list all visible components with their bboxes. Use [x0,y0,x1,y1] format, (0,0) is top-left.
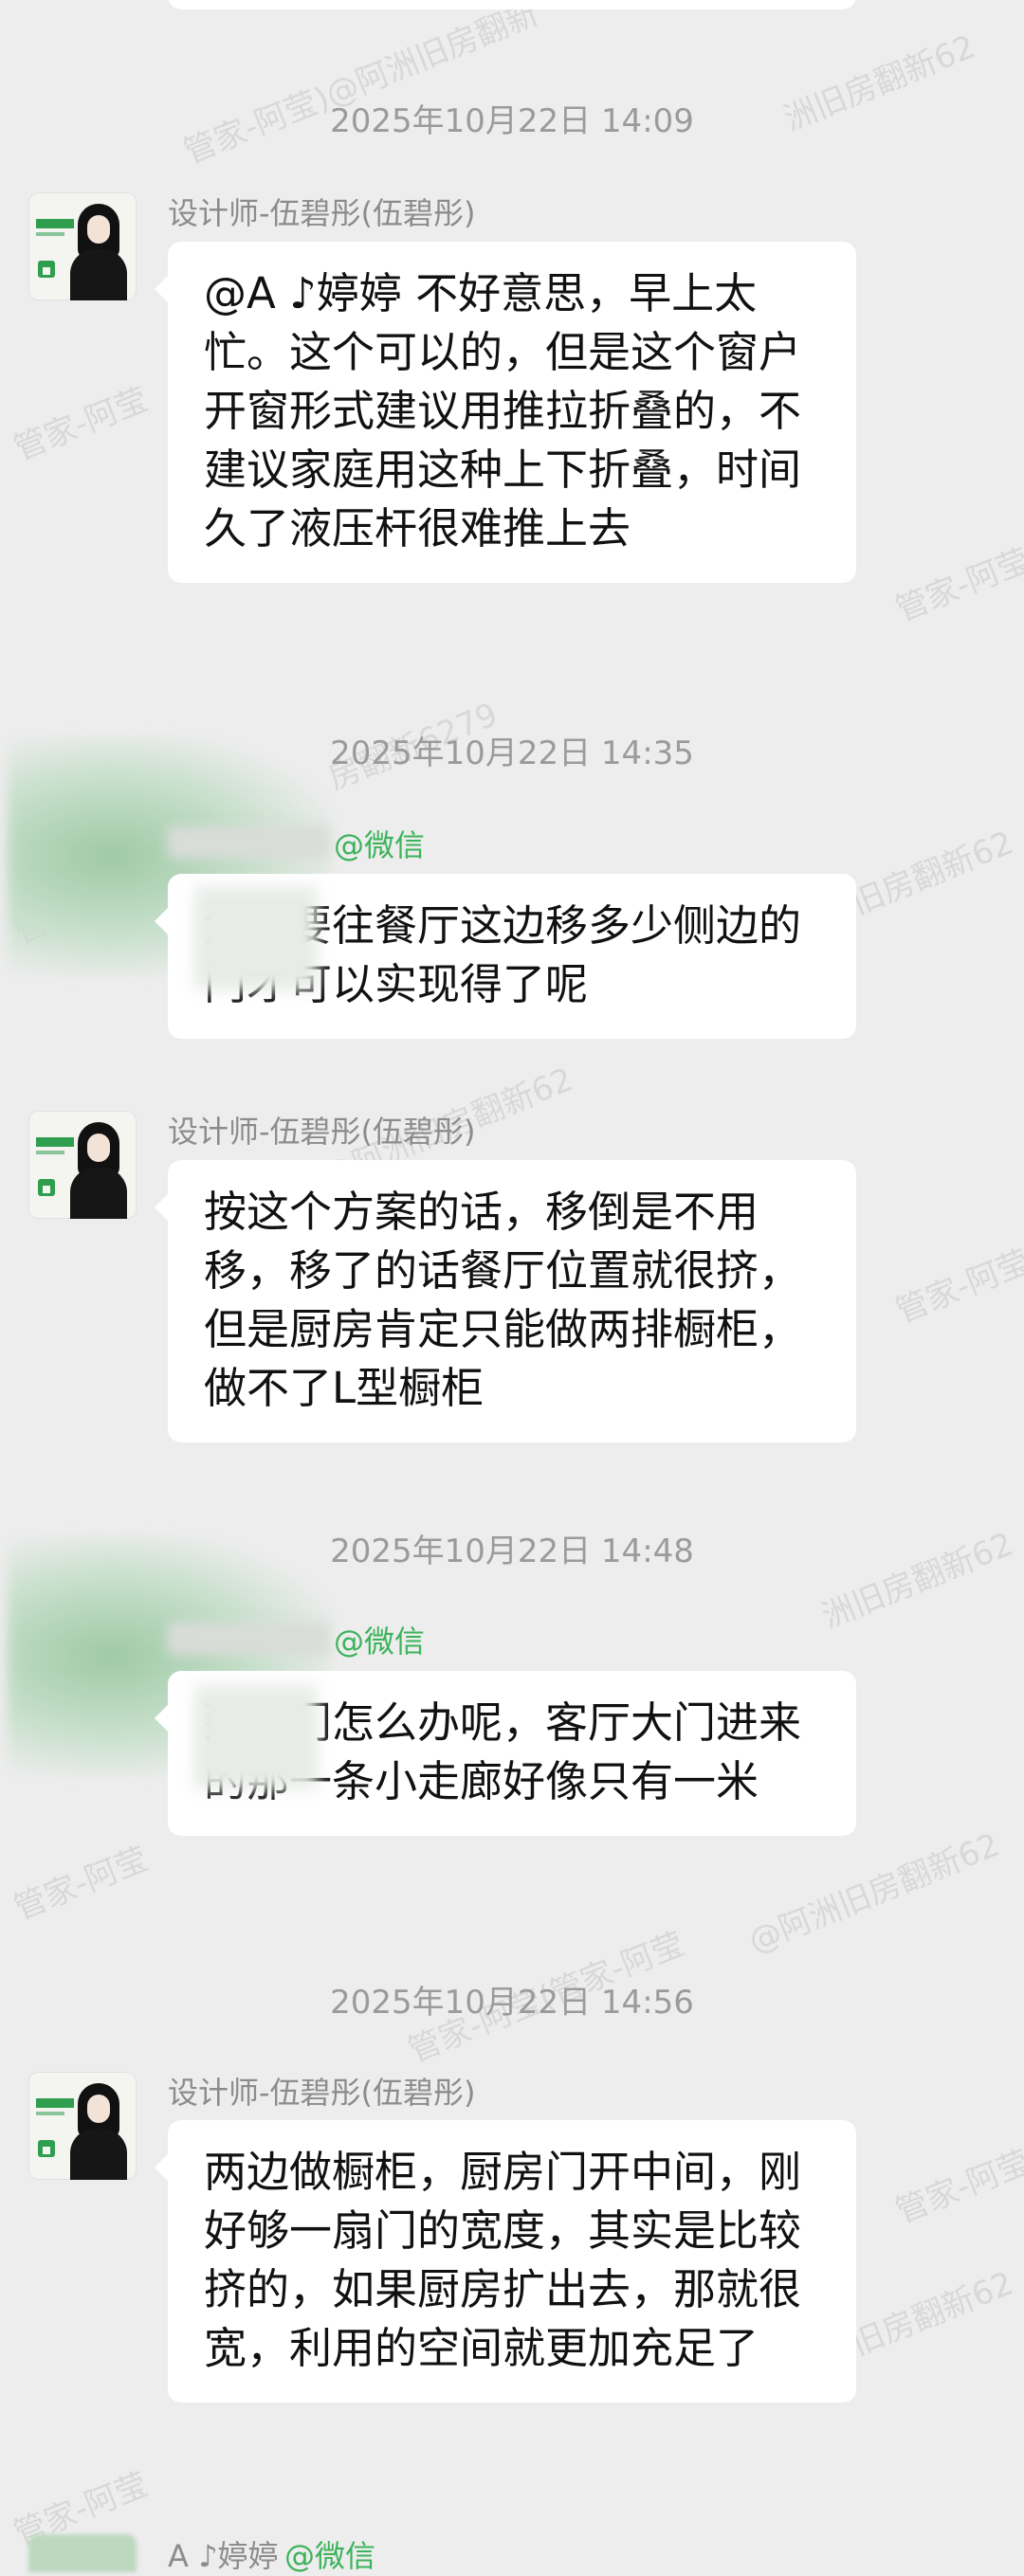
sender-name-blurred [168,826,329,859]
message-bubble[interactable]: 两边做橱柜，厨房门开中间，刚好够一扇门的宽度，其实是比较挤的，如果厨房扩出去，那… [155,2120,856,2403]
watermark: 管家-阿莹 [9,1840,154,1929]
watermark: 管家-阿莹 [890,1243,1024,1332]
wechat-tag: @微信 [334,1624,426,1660]
watermark: 管家-阿莹 [890,541,1024,630]
watermark: 管家-阿莹)@阿洲旧房翻新 [178,0,544,172]
designer-avatar[interactable] [28,1111,137,1219]
watermark: 管家-阿莹 [890,2143,1024,2232]
message-text: @A ♪婷婷 不好意思，早上太忙。这个可以的，但是这个窗户开窗形式建议用推拉折叠… [204,268,802,553]
wechat-tag: @微信 [334,827,426,863]
blur-overlay [194,886,318,990]
sender-name-blurred [168,1623,329,1655]
user-avatar[interactable] [28,2534,137,2572]
designer-avatar[interactable] [28,192,137,300]
message-bubble[interactable]: 按这个方案的话，移倒是不用移，移了的话餐厅位置就很挤，但是厨房肯定只能做两排橱柜… [155,1160,856,1442]
watermark: @阿洲旧房翻新62 [743,1825,1005,1961]
sender-name: 设计师-伍碧彤(伍碧彤) [168,2075,476,2111]
previous-message-bubble[interactable] [168,0,856,9]
sender-name: A ♪婷婷 [168,2538,279,2574]
sender-name: 设计师-伍碧彤(伍碧彤) [168,195,476,231]
timestamp: 2025年10月22日 14:09 [330,102,694,140]
wechat-tag: @微信 [284,2538,376,2574]
watermark: 管家-阿莹 [9,380,154,469]
designer-avatar[interactable] [28,2072,137,2180]
message-bubble[interactable]: @A ♪婷婷 不好意思，早上太忙。这个可以的，但是这个窗户开窗形式建议用推拉折叠… [155,242,856,583]
blur-overlay [194,1685,318,1789]
message-text: 两边做橱柜，厨房门开中间，刚好够一扇门的宽度，其实是比较挤的，如果厨房扩出去，那… [204,2147,802,2373]
sender-name: 设计师-伍碧彤(伍碧彤) [168,1114,476,1150]
message-text: 按这个方案的话，移倒是不用移，移了的话餐厅位置就很挤，但是厨房肯定只能做两排橱柜… [204,1187,802,1413]
timestamp: 2025年10月22日 14:56 [330,1984,694,2022]
